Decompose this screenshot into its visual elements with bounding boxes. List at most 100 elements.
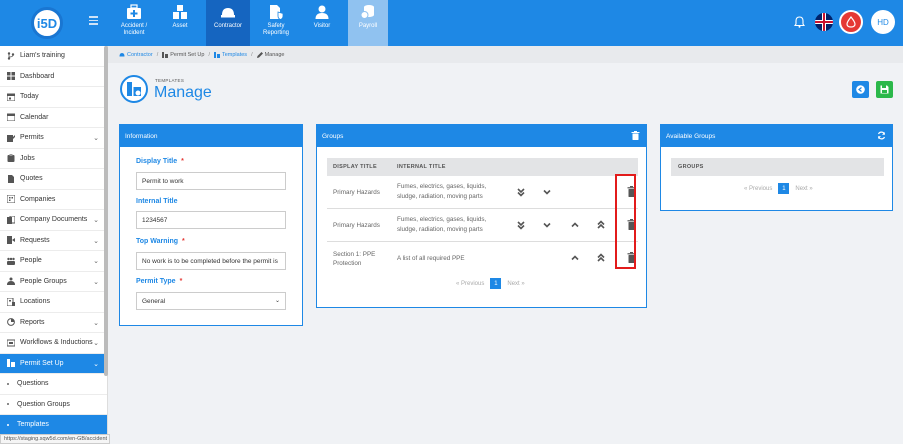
chevron-down-icon: ⌄: [274, 298, 280, 304]
calendar-icon: [7, 113, 15, 122]
sidebar-item-people[interactable]: People ⌄: [0, 251, 107, 272]
permit-type-select[interactable]: General ⌄: [136, 292, 286, 310]
user-avatar[interactable]: HD: [871, 10, 895, 34]
sidebar-scrollbar[interactable]: [104, 46, 108, 376]
module-payroll[interactable]: Payroll: [348, 0, 388, 46]
breadcrumb-label: Permit Set Up: [170, 51, 205, 58]
sidebar-item-workflows[interactable]: Workflows & Inductions ⌄: [0, 333, 107, 354]
sidebar-item-permit-setup[interactable]: Permit Set Up ⌄: [0, 353, 107, 374]
templates-icon: [213, 51, 220, 58]
breadcrumb-templates[interactable]: Templates: [213, 51, 248, 58]
sidebar-item-requests[interactable]: Requests ⌄: [0, 231, 107, 251]
information-panel-header: Information: [120, 125, 302, 147]
sidebar-item-calendar[interactable]: Calendar: [0, 108, 107, 128]
chevron-down-icon[interactable]: ⌄: [93, 257, 99, 265]
sidebar-item-label: Requests: [20, 236, 50, 244]
permit-setup-icon: [162, 51, 169, 58]
menu-toggle-icon[interactable]: [89, 16, 98, 25]
table-row: Primary Hazards Fumes, electrics, gases,…: [327, 176, 638, 209]
module-asset[interactable]: Asset: [160, 0, 200, 46]
chevron-down-icon[interactable]: ⌄: [93, 319, 99, 327]
breadcrumb-permit-setup[interactable]: Permit Set Up: [162, 51, 205, 58]
move-bottom-icon[interactable]: [515, 186, 527, 198]
sidebar-item-question-groups[interactable]: Question Groups: [0, 395, 107, 415]
move-down-icon[interactable]: [541, 219, 553, 231]
requests-icon: [7, 236, 15, 245]
internal-title-input[interactable]: 1234567: [136, 211, 286, 229]
pagination-next[interactable]: Next »: [795, 186, 812, 192]
move-down-icon[interactable]: [541, 186, 553, 198]
trash-icon[interactable]: [631, 131, 640, 140]
sidebar-item-reports[interactable]: Reports ⌄: [0, 313, 107, 333]
sidebar-item-training[interactable]: Liam's training: [0, 46, 107, 67]
sidebar-item-jobs[interactable]: Jobs: [0, 149, 107, 169]
module-nav: Accident / Incident Asset Contractor Saf…: [114, 0, 394, 46]
module-label: Contractor: [213, 23, 242, 29]
module-accident-incident[interactable]: Accident / Incident: [114, 0, 154, 46]
pagination-previous[interactable]: « Previous: [456, 281, 484, 287]
table-row: Section 1: PPE Protection A list of all …: [327, 242, 638, 275]
sidebar-item-locations[interactable]: Locations: [0, 292, 107, 313]
pagination-next[interactable]: Next »: [507, 281, 524, 287]
sidebar-item-today[interactable]: Today: [0, 87, 107, 108]
module-contractor[interactable]: Contractor: [206, 0, 250, 46]
hard-hat-icon: [119, 52, 125, 58]
move-bottom-icon[interactable]: [515, 219, 527, 231]
breadcrumb-label: Templates: [221, 51, 248, 58]
refresh-icon[interactable]: [877, 131, 886, 140]
internal-title-label: Internal Title: [136, 198, 178, 205]
pagination-page[interactable]: 1: [490, 278, 502, 289]
uk-flag-icon[interactable]: [815, 13, 833, 31]
notification-bell-icon[interactable]: [789, 12, 809, 32]
visitor-icon: [314, 4, 330, 20]
breadcrumb-label: Manage: [264, 51, 285, 58]
table-header: DISPLAY TITLE INTERNAL TITLE: [327, 158, 638, 176]
sidebar-item-templates[interactable]: Templates: [0, 415, 107, 436]
available-pagination: « Previous 1 Next »: [744, 183, 813, 194]
status-bar-url: https://staging.sqw5d.com/en-GB/accident: [0, 434, 110, 444]
label-text: Permit Type: [136, 278, 176, 285]
sidebar-item-people-groups[interactable]: People Groups ⌄: [0, 272, 107, 292]
module-visitor[interactable]: Visitor: [302, 0, 342, 46]
display-title-input[interactable]: Permit to work: [136, 172, 286, 190]
top-warning-input[interactable]: No work is to be completed before the pe…: [136, 252, 286, 270]
sidebar-item-questions[interactable]: Questions: [0, 374, 107, 395]
bullet-dot: [7, 403, 9, 406]
module-label: Asset: [172, 23, 188, 29]
save-button[interactable]: [876, 81, 893, 98]
sidebar-item-quotes[interactable]: Quotes: [0, 169, 107, 190]
module-label: Payroll: [358, 23, 378, 29]
breadcrumb-contractor[interactable]: Contractor: [119, 52, 153, 58]
sidebar-item-permits[interactable]: Permits ⌄: [0, 128, 107, 149]
sidebar-item-label: Permits: [20, 134, 44, 142]
page-overline: TEMPLATES: [155, 78, 185, 83]
breadcrumb-manage: Manage: [256, 51, 285, 58]
sidebar-item-label: Companies: [20, 195, 56, 203]
chevron-down-icon[interactable]: ⌄: [93, 278, 99, 286]
chevron-down-icon[interactable]: ⌄: [93, 134, 99, 142]
pagination-page[interactable]: 1: [778, 183, 790, 194]
move-up-icon[interactable]: [569, 252, 581, 264]
sidebar-item-companies[interactable]: Companies: [0, 190, 107, 210]
page-title: Manage: [154, 84, 212, 101]
sidebar-item-dashboard[interactable]: Dashboard: [0, 67, 107, 87]
move-top-icon[interactable]: [595, 219, 607, 231]
back-button[interactable]: [852, 81, 869, 98]
panel-title: Groups: [322, 132, 344, 140]
move-up-icon[interactable]: [569, 219, 581, 231]
move-top-icon[interactable]: [595, 252, 607, 264]
module-safety-reporting[interactable]: Safety Reporting: [256, 0, 296, 46]
alarm-drop-icon[interactable]: [839, 10, 863, 34]
permit-setup-icon: [7, 359, 15, 368]
app-logo[interactable]: i5D: [31, 7, 63, 39]
groups-panel-header: Groups: [317, 125, 646, 147]
chevron-down-icon[interactable]: ⌄: [93, 216, 99, 224]
documents-icon: [7, 215, 15, 224]
chevron-down-icon[interactable]: ⌄: [93, 237, 99, 245]
sidebar-item-company-documents[interactable]: Company Documents ⌄: [0, 210, 107, 231]
pagination-previous[interactable]: « Previous: [744, 186, 772, 192]
required-mark: *: [179, 278, 183, 285]
chevron-down-icon[interactable]: ⌄: [93, 339, 99, 347]
chevron-down-icon[interactable]: ⌄: [93, 360, 99, 368]
panel-title: Available Groups: [666, 132, 716, 140]
